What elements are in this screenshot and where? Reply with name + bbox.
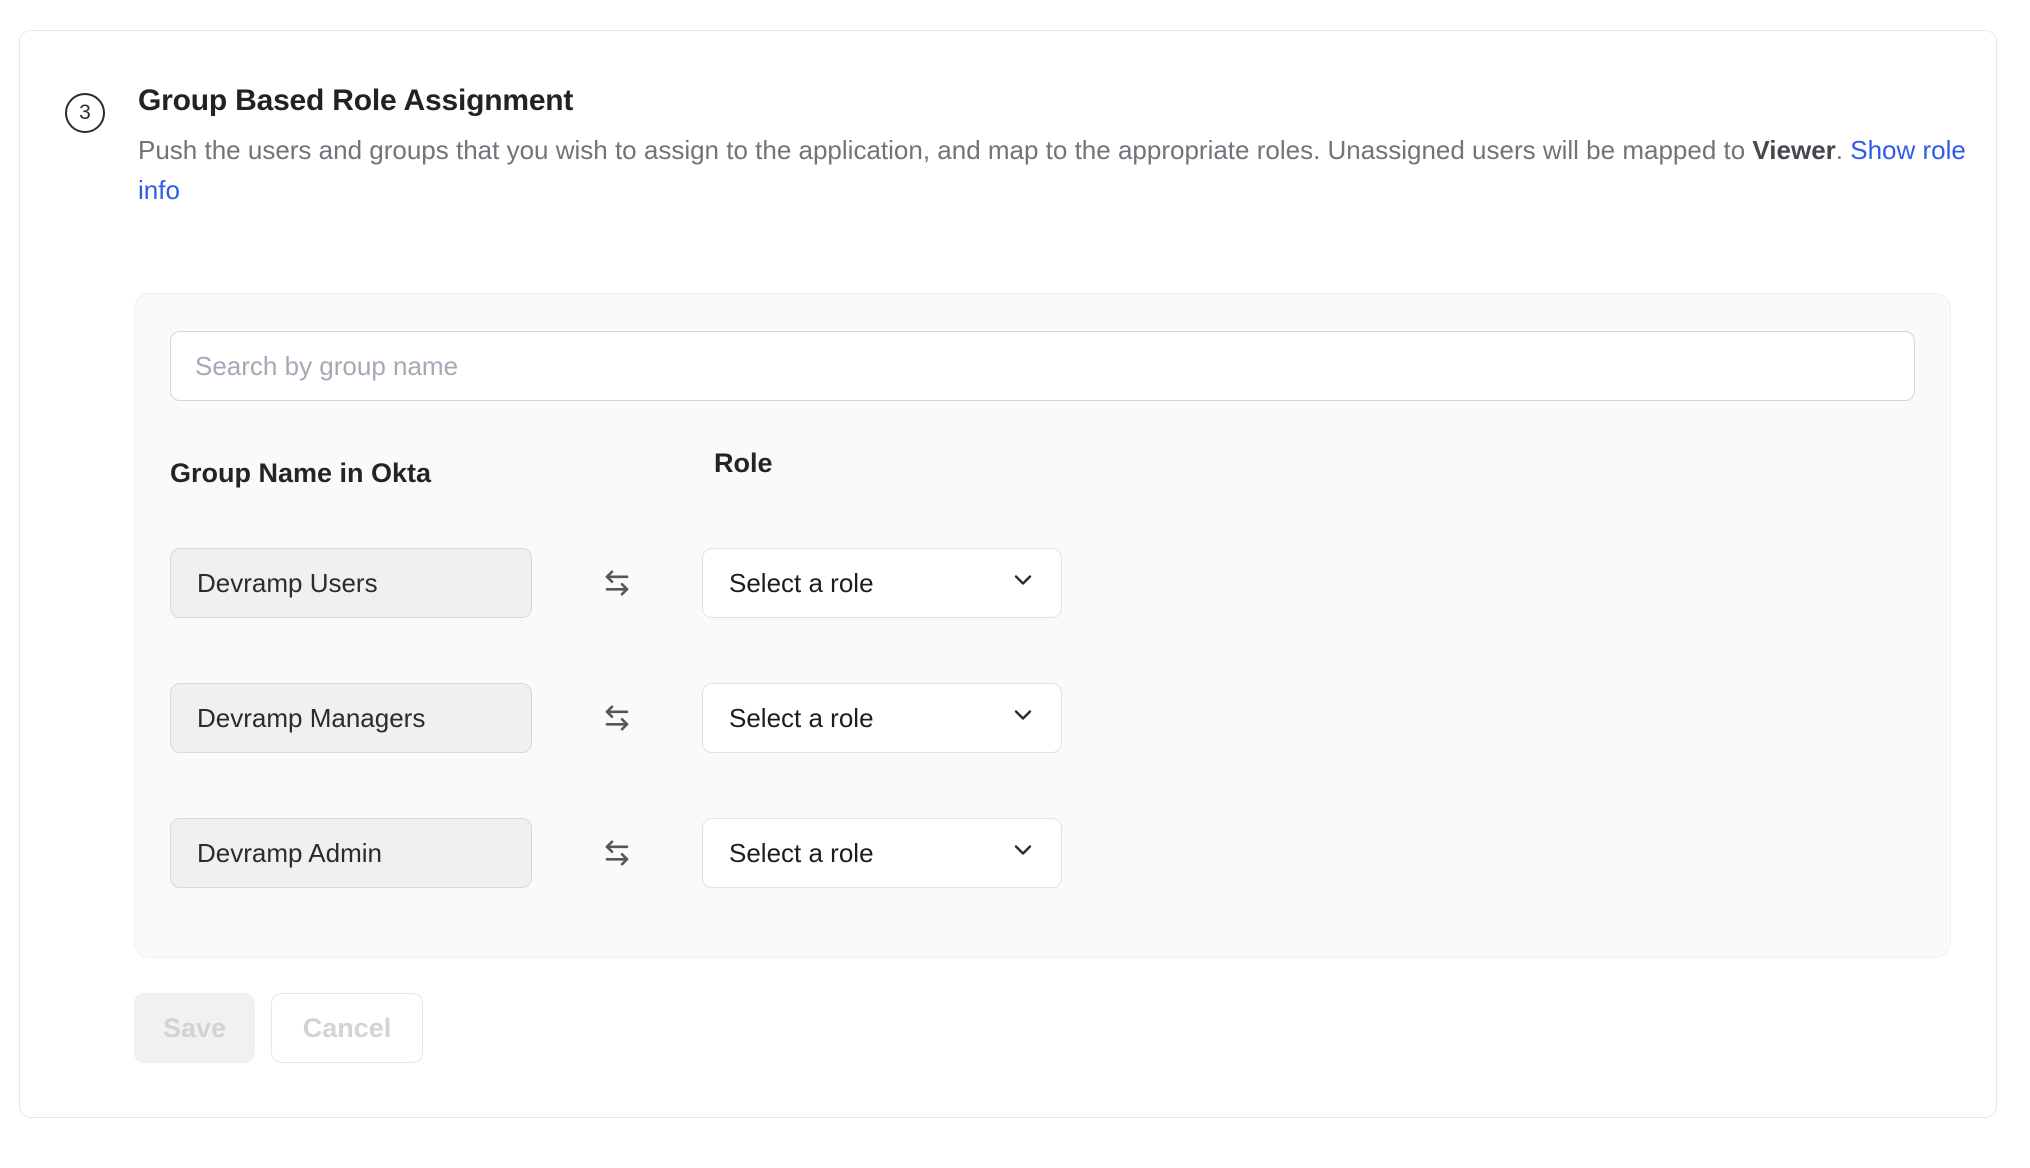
swap-horizontal-icon: [532, 838, 702, 868]
section-header: 3 Group Based Role Assignment Push the u…: [65, 79, 1950, 210]
form-actions: Save Cancel: [134, 993, 1950, 1063]
role-select[interactable]: Select a role: [702, 548, 1062, 618]
swap-horizontal-icon: [532, 568, 702, 598]
group-mapping-row: Devramp Users Select a role: [170, 548, 1915, 618]
role-select-value: Select a role: [729, 568, 874, 599]
chevron-down-icon: [1009, 836, 1037, 871]
group-mapping-panel: Group Name in Okta Role Devramp Users Se…: [134, 293, 1951, 958]
group-mapping-row: Devramp Managers Select a role: [170, 683, 1915, 753]
group-name-box: Devramp Managers: [170, 683, 532, 753]
column-header-role: Role: [702, 448, 1062, 479]
role-select-value: Select a role: [729, 838, 874, 869]
group-name-box: Devramp Users: [170, 548, 532, 618]
section-description: Push the users and groups that you wish …: [138, 130, 1970, 210]
group-role-assignment-card: 3 Group Based Role Assignment Push the u…: [19, 30, 1997, 1118]
group-name-box: Devramp Admin: [170, 818, 532, 888]
mapping-column-headers: Group Name in Okta Role: [170, 457, 1915, 489]
group-search-input[interactable]: [170, 331, 1915, 401]
chevron-down-icon: [1009, 566, 1037, 601]
description-period: .: [1836, 135, 1850, 165]
cancel-button[interactable]: Cancel: [271, 993, 423, 1063]
step-number-badge: 3: [65, 93, 105, 133]
save-button[interactable]: Save: [134, 993, 255, 1063]
section-title: Group Based Role Assignment: [138, 79, 1970, 123]
swap-horizontal-icon: [532, 703, 702, 733]
description-text: Push the users and groups that you wish …: [138, 135, 1752, 165]
column-header-group-name: Group Name in Okta: [170, 458, 532, 489]
group-mapping-row: Devramp Admin Select a role: [170, 818, 1915, 888]
role-select[interactable]: Select a role: [702, 683, 1062, 753]
viewer-role-emphasis: Viewer: [1752, 135, 1835, 165]
role-select-value: Select a role: [729, 703, 874, 734]
chevron-down-icon: [1009, 701, 1037, 736]
role-select[interactable]: Select a role: [702, 818, 1062, 888]
